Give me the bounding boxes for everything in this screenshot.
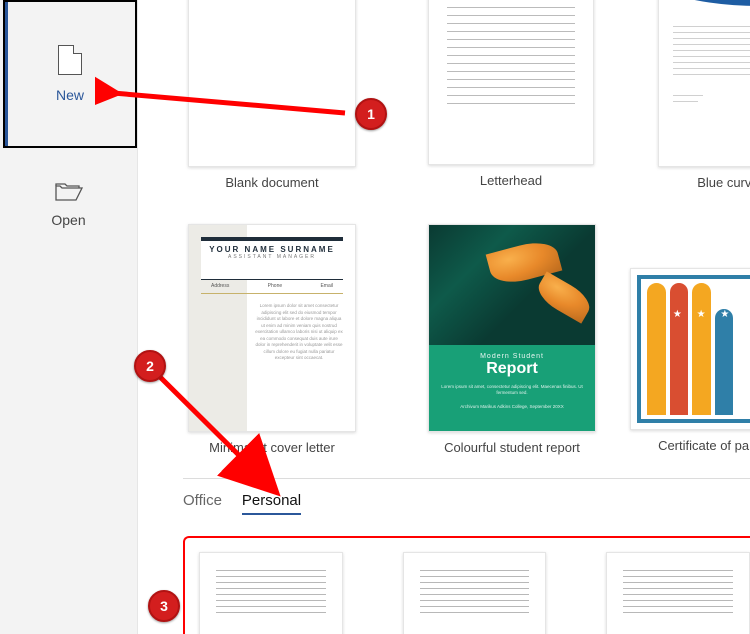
tab-office[interactable]: Office	[183, 492, 222, 515]
thumb-text: Address	[211, 283, 229, 289]
section-divider	[183, 478, 750, 479]
thumb-text: YOUR NAME SURNAME	[209, 245, 335, 254]
new-document-icon	[58, 45, 82, 75]
template-thumbnail: YOUR NAME SURNAME ASSISTANT MANAGER Addr…	[188, 224, 356, 432]
sidebar-item-label: New	[56, 87, 84, 103]
backstage-sidebar: New Open	[0, 0, 137, 634]
template-thumbnail: ★ ★ ★ ★ Certific Alex Mar is thanked f p…	[630, 268, 750, 430]
tab-personal[interactable]: Personal	[242, 492, 301, 515]
personal-templates-highlight	[183, 536, 750, 634]
sidebar-item-open[interactable]: Open	[0, 170, 137, 240]
personal-template[interactable]	[606, 552, 750, 634]
template-caption: Minimalist cover letter	[188, 440, 356, 455]
template-thumbnail	[428, 0, 594, 165]
template-colourful-student-report[interactable]: Modern Student Report Lorem ipsum sit am…	[428, 224, 596, 455]
sidebar-item-new[interactable]: New	[3, 0, 137, 148]
template-blank-document[interactable]: Blank document	[188, 0, 356, 190]
thumb-text: Email	[320, 283, 333, 289]
personal-template[interactable]	[199, 552, 343, 634]
templates-panel: Blank document Letterhead	[137, 0, 750, 634]
template-blue-curve-letterhead[interactable]: Blue curve lette	[658, 0, 750, 190]
template-thumbnail: Modern Student Report Lorem ipsum sit am…	[428, 224, 596, 432]
annotation-badge-2: 2	[134, 350, 166, 382]
template-caption: Certificate of parti	[630, 438, 750, 453]
thumb-text: ASSISTANT MANAGER	[201, 254, 343, 260]
template-caption: Colourful student report	[428, 440, 596, 455]
template-thumbnail	[658, 0, 750, 167]
template-letterhead[interactable]: Letterhead	[428, 0, 594, 188]
sidebar-item-label: Open	[51, 212, 85, 228]
template-minimalist-cover-letter[interactable]: YOUR NAME SURNAME ASSISTANT MANAGER Addr…	[188, 224, 356, 455]
annotation-badge-1: 1	[355, 98, 387, 130]
thumb-text: Modern Student	[439, 353, 585, 360]
thumb-text: Report	[439, 360, 585, 378]
open-folder-icon	[55, 182, 83, 202]
personal-template[interactable]	[403, 552, 547, 634]
template-certificate[interactable]: ★ ★ ★ ★ Certific Alex Mar is thanked f p…	[630, 268, 750, 453]
thumb-text: Phone	[268, 283, 282, 289]
template-thumbnail	[188, 0, 356, 167]
active-indicator	[5, 2, 8, 146]
template-source-tabs: Office Personal	[183, 492, 301, 515]
template-caption: Blue curve lette	[658, 175, 750, 190]
template-caption: Letterhead	[428, 173, 594, 188]
template-caption: Blank document	[188, 175, 356, 190]
annotation-badge-3: 3	[148, 590, 180, 622]
